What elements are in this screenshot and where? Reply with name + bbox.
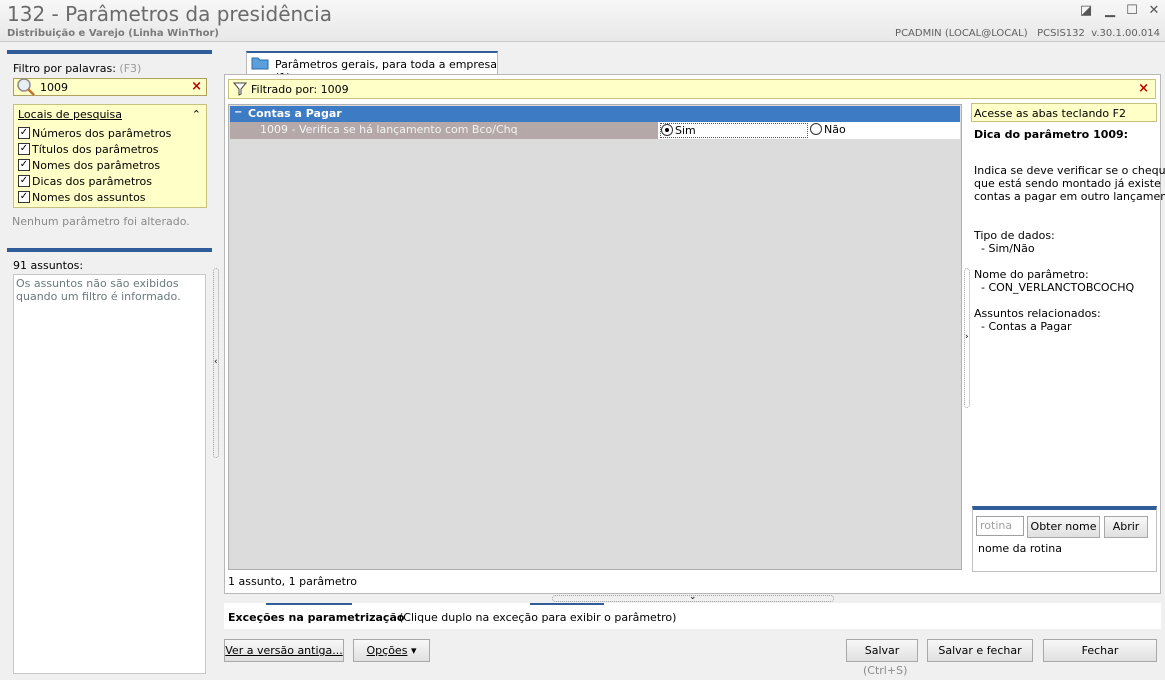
filter-bar-text: Filtrado por: 1009 bbox=[251, 83, 349, 96]
minimize-icon[interactable]: ▁ bbox=[1101, 3, 1119, 19]
collapse-group-icon[interactable]: − bbox=[234, 107, 242, 118]
tab-general-params[interactable]: Parâmetros gerais, para toda a empresa (… bbox=[246, 51, 498, 84]
checkbox-param-names[interactable]: ✓ Nomes dos parâmetros bbox=[18, 159, 160, 175]
hint-line: Assuntos relacionados: bbox=[974, 307, 1101, 320]
grid-status: 1 assunto, 1 parâmetro bbox=[228, 575, 357, 588]
hint-body: Indica se deve verificar se o cheque que… bbox=[974, 164, 1165, 333]
restore-docked-icon[interactable]: ◪ bbox=[1077, 3, 1095, 19]
checkbox-checked-icon: ✓ bbox=[18, 175, 30, 187]
dropdown-arrow-icon: ▾ bbox=[410, 644, 417, 657]
checkbox-label: Nomes dos assuntos bbox=[32, 191, 146, 204]
checkbox-label: Dicas dos parâmetros bbox=[32, 175, 153, 188]
hint-line: - Sim/Não bbox=[974, 242, 1035, 255]
save-button[interactable]: Salvar bbox=[846, 639, 918, 662]
exceptions-title: Exceções na parametrização bbox=[228, 611, 405, 624]
filter-shortcut: (F3) bbox=[119, 62, 142, 75]
hint-line bbox=[974, 216, 1158, 229]
checkbox-param-numbers[interactable]: ✓ Números dos parâmetros bbox=[18, 127, 171, 143]
parameters-grid[interactable]: − Contas a Pagar 1009 - Verifica se há l… bbox=[228, 104, 962, 570]
checkbox-checked-icon: ✓ bbox=[18, 143, 30, 155]
filter-label-text: Filtro por palavras: bbox=[13, 62, 116, 75]
rotina-input[interactable]: rotina bbox=[976, 516, 1024, 536]
options-label: Opções bbox=[366, 644, 408, 657]
close-icon[interactable]: ✕ bbox=[1145, 3, 1163, 19]
collapse-right-icon[interactable]: › bbox=[965, 332, 969, 342]
checkbox-param-hints[interactable]: ✓ Dicas dos parâmetros bbox=[18, 175, 152, 191]
checkbox-checked-icon: ✓ bbox=[18, 159, 30, 171]
rotina-caption: nome da rotina bbox=[978, 542, 1062, 555]
checkbox-checked-icon: ✓ bbox=[18, 127, 30, 139]
folder-icon bbox=[251, 56, 269, 73]
radio-label: Sim bbox=[675, 124, 696, 137]
checkbox-label: Títulos dos parâmetros bbox=[32, 143, 159, 156]
exceptions-panel[interactable]: Exceções na parametrização (Clique duplo… bbox=[224, 603, 1161, 629]
subjects-title: 91 assuntos: bbox=[13, 259, 84, 272]
rotina-panel: rotina Obter nome Abrir nome da rotina bbox=[972, 506, 1157, 572]
clear-filter-icon[interactable]: × bbox=[191, 79, 202, 94]
search-locations-box: Locais de pesquisa ⌃ ✓ Números dos parâme… bbox=[13, 104, 207, 208]
get-name-button[interactable]: Obter nome bbox=[1027, 516, 1100, 538]
collapse-left-icon[interactable]: ‹ bbox=[214, 357, 218, 367]
change-status: Nenhum parâmetro foi alterado. bbox=[12, 215, 190, 228]
search-icon bbox=[16, 77, 36, 97]
hint-line: que está sendo montado já existe no bbox=[974, 177, 1165, 190]
subjects-message: Os assuntos não são exibidos quando um f… bbox=[16, 277, 181, 303]
subjects-list[interactable]: Os assuntos não são exibidos quando um f… bbox=[13, 274, 206, 674]
panel-header-bar bbox=[7, 248, 212, 252]
save-close-button[interactable]: Salvar e fechar bbox=[927, 639, 1033, 662]
exceptions-tab-bar bbox=[530, 603, 604, 605]
hint-line: Tipo de dados: bbox=[974, 229, 1055, 242]
parameter-row[interactable]: 1009 - Verifica se há lançamento com Bco… bbox=[230, 122, 960, 139]
hint-line bbox=[974, 294, 1158, 307]
window-title: 132 - Parâmetros da presidência bbox=[7, 2, 332, 26]
parameter-description: 1009 - Verifica se há lançamento com Bco… bbox=[230, 122, 658, 139]
checkbox-param-titles[interactable]: ✓ Títulos dos parâmetros bbox=[18, 143, 159, 159]
hint-line: contas a pagar em outro lançamento. bbox=[974, 190, 1165, 203]
search-value: 1009 bbox=[40, 81, 68, 94]
group-row[interactable]: − Contas a Pagar bbox=[230, 106, 960, 122]
filter-bar: Filtrado por: 1009 × bbox=[228, 79, 1156, 99]
filter-label: Filtro por palavras: (F3) bbox=[13, 62, 141, 75]
hint-line: Indica se deve verificar se o cheque bbox=[974, 164, 1165, 177]
group-label: Contas a Pagar bbox=[248, 107, 342, 120]
exceptions-hint: (Clique duplo na exceção para exibir o p… bbox=[399, 611, 677, 624]
radio-label: Não bbox=[824, 123, 846, 136]
title-bar: 132 - Parâmetros da presidência Distribu… bbox=[0, 0, 1165, 42]
old-version-label: Ver a versão antiga... bbox=[225, 644, 343, 657]
checkbox-label: Nomes dos parâmetros bbox=[32, 159, 161, 172]
user-info: PCADMIN (LOCAL@LOCAL) PCSIS132 v.30.1.00… bbox=[895, 28, 1160, 39]
radio-selected-icon bbox=[661, 124, 673, 136]
checkbox-subject-names[interactable]: ✓ Nomes dos assuntos bbox=[18, 191, 146, 207]
exceptions-tab-bar bbox=[266, 603, 352, 605]
search-input[interactable]: 1009 × bbox=[13, 78, 207, 96]
subjects-panel: 91 assuntos: Os assuntos não são exibido… bbox=[7, 248, 212, 678]
collapse-down-icon[interactable]: ⌄ bbox=[689, 592, 697, 602]
save-shortcut: (Ctrl+S) bbox=[863, 664, 908, 677]
filter-panel: Filtro por palavras: (F3) 1009 × Locais … bbox=[7, 50, 212, 238]
collapse-up-icon[interactable]: ⌃ bbox=[192, 108, 201, 121]
hint-line: Nome do parâmetro: bbox=[974, 268, 1089, 281]
clear-filter-bar-icon[interactable]: × bbox=[1138, 81, 1149, 96]
radio-unselected-icon bbox=[810, 123, 822, 135]
panel-header-bar bbox=[7, 50, 212, 54]
radio-sim[interactable]: Sim bbox=[660, 123, 808, 138]
maximize-icon[interactable]: ☐ bbox=[1123, 3, 1141, 19]
open-button[interactable]: Abrir bbox=[1104, 516, 1148, 538]
hint-line bbox=[974, 203, 1158, 216]
options-button[interactable]: Opções ▾ bbox=[353, 639, 430, 662]
hint-line bbox=[974, 255, 1158, 268]
hint-line: - Contas a Pagar bbox=[974, 320, 1072, 333]
radio-nao[interactable]: Não bbox=[810, 123, 960, 138]
checkbox-checked-icon: ✓ bbox=[18, 191, 30, 203]
checkbox-label: Números dos parâmetros bbox=[32, 127, 172, 140]
hint-access: Acesse as abas teclando F2 bbox=[971, 103, 1157, 122]
old-version-button[interactable]: Ver a versão antiga... bbox=[224, 639, 344, 662]
hint-title: Dica do parâmetro 1009: bbox=[974, 128, 1129, 141]
search-locations-title: Locais de pesquisa bbox=[18, 108, 122, 121]
funnel-icon bbox=[232, 82, 248, 99]
hint-line: - CON_VERLANCTOBCOCHQ bbox=[974, 281, 1135, 294]
window-subtitle: Distribuição e Varejo (Linha WinThor) bbox=[7, 28, 219, 39]
close-button[interactable]: Fechar bbox=[1043, 639, 1157, 662]
